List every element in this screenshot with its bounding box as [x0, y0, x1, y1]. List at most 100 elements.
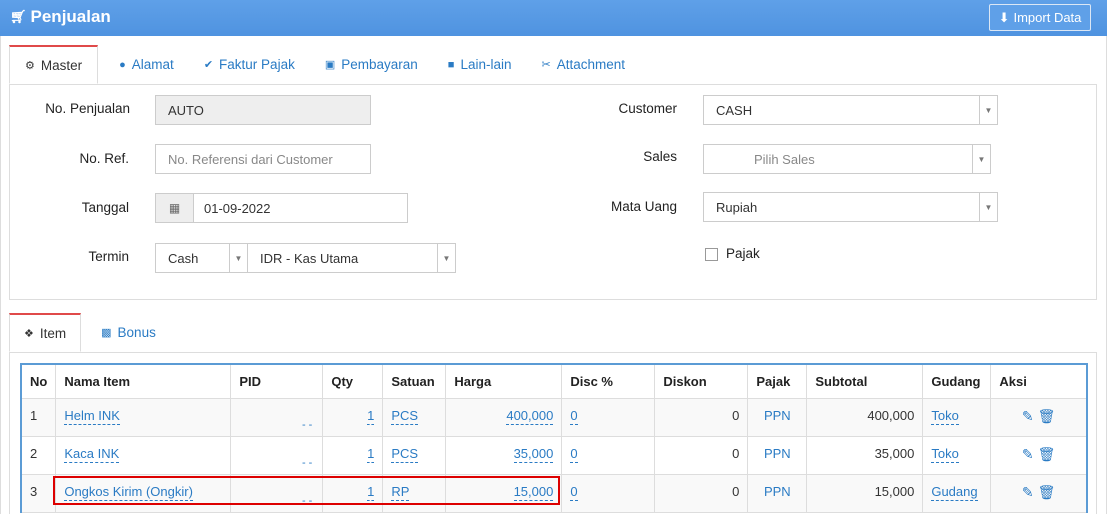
cell-pajak[interactable]: PPN	[747, 397, 808, 437]
paperclip-icon: ✂	[541, 59, 551, 71]
gift-icon: ▩	[101, 327, 112, 339]
cell-subtotal: 400,000	[806, 397, 924, 437]
cell-satuan: PCS	[382, 435, 447, 475]
disc-link[interactable]: 0	[570, 484, 578, 501]
cell-diskon: 0	[654, 435, 749, 475]
chevron-down-icon: ▼	[979, 96, 997, 124]
harga-link[interactable]: 35,000	[513, 446, 554, 463]
mata-uang-label: Mata Uang	[610, 199, 677, 214]
pid-value: - -	[301, 456, 313, 469]
money-icon: ▣	[324, 59, 336, 71]
termin-value: Cash	[168, 250, 199, 266]
col-subtotal: Subtotal	[806, 363, 924, 399]
pencil-icon[interactable]: ✎	[1022, 446, 1034, 463]
pajak-label: Pajak	[726, 246, 760, 261]
disc-link[interactable]: 0	[570, 446, 578, 463]
customer-select[interactable]: CASH ▼	[703, 95, 998, 125]
trash-icon[interactable]: 🗑︎	[1038, 446, 1056, 463]
no-ref-input[interactable]: No. Referensi dari Customer	[155, 144, 371, 174]
gudang-link[interactable]: Toko	[931, 446, 959, 463]
no-ref-placeholder: No. Referensi dari Customer	[168, 151, 333, 167]
import-data-label: Import Data	[1013, 10, 1082, 25]
chevron-down-icon: ▼	[437, 244, 455, 272]
sales-select[interactable]: Pilih Sales ▼	[703, 144, 991, 174]
pid-value: - -	[301, 418, 313, 431]
tab-bonus[interactable]: ▩ Bonus	[86, 313, 171, 352]
gudang-link[interactable]: Gudang	[931, 484, 978, 501]
import-data-button[interactable]: ⬇ Import Data	[989, 4, 1091, 31]
mata-uang-select[interactable]: Rupiah ▼	[703, 192, 998, 222]
cell-no: 1	[20, 397, 57, 437]
mata-uang-value: Rupiah	[716, 199, 758, 215]
nama-item-link[interactable]: Kaca INK	[64, 446, 120, 463]
pid-value: - -	[301, 494, 313, 507]
no-penjualan-label: No. Penjualan	[45, 101, 130, 116]
qty-link[interactable]: 1	[367, 484, 375, 501]
cell-disc: 0	[561, 397, 656, 437]
kas-select[interactable]: IDR - Kas Utama ▼	[247, 243, 456, 273]
tanggal-input[interactable]: ▦ 01-09-2022	[155, 193, 408, 223]
satuan-link[interactable]: PCS	[391, 408, 419, 425]
satuan-link[interactable]: RP	[391, 484, 410, 501]
cell-qty: 1	[322, 435, 384, 475]
satuan-link[interactable]: PCS	[391, 446, 419, 463]
pajak-checkbox[interactable]	[705, 248, 718, 261]
cell-aksi: ✎ 🗑︎	[990, 473, 1089, 513]
pencil-icon[interactable]: ✎	[1022, 408, 1034, 425]
col-harga: Harga	[445, 363, 563, 399]
tab-label: Faktur Pajak	[219, 57, 295, 72]
sales-label: Sales	[643, 149, 677, 164]
tab-faktur-pajak[interactable]: ✔ Faktur Pajak	[189, 45, 310, 84]
tab-label: Bonus	[117, 325, 156, 340]
tab-pembayaran[interactable]: ▣ Pembayaran	[310, 45, 433, 84]
table-header-row: No Nama Item PID Qty Satuan Harga Disc %…	[20, 363, 1089, 399]
no-ref-label: No. Ref.	[79, 151, 129, 166]
table-row: 2 Kaca INK - - 1 PCS 35,000 0 0 PPN 35,0…	[20, 435, 1089, 475]
check-circle-icon: ✔	[203, 59, 214, 71]
col-diskon: Diskon	[654, 363, 749, 399]
disc-link[interactable]: 0	[570, 408, 578, 425]
tanggal-value: 01-09-2022	[204, 200, 271, 216]
qty-link[interactable]: 1	[367, 446, 375, 463]
table-row: 1 Helm INK - - 1 PCS 400,000 0 0 PPN 400…	[20, 397, 1089, 437]
cell-subtotal: 15,000	[806, 473, 924, 513]
cell-satuan: RP	[382, 473, 447, 513]
termin-select[interactable]: Cash ▼	[155, 243, 248, 273]
trash-icon[interactable]: 🗑︎	[1038, 408, 1056, 425]
tab-label: Master	[40, 57, 83, 73]
shopping-cart-icon: 🛒︎	[10, 9, 27, 24]
gudang-link[interactable]: Toko	[931, 408, 959, 425]
col-no: No	[20, 363, 57, 399]
tab-lain-lain[interactable]: ■ Lain-lain	[433, 45, 527, 84]
cell-pid[interactable]: - -	[230, 397, 324, 437]
chevron-down-icon: ▼	[229, 244, 247, 272]
cell-pid[interactable]: - -	[230, 473, 324, 513]
trash-icon[interactable]: 🗑︎	[1038, 484, 1056, 501]
cell-aksi: ✎ 🗑︎	[990, 397, 1089, 437]
harga-link[interactable]: 400,000	[506, 408, 554, 425]
cell-harga: 35,000	[445, 435, 563, 475]
form-tabs: ⚙ Master ● Alamat ✔ Faktur Pajak ▣ Pemba…	[9, 45, 640, 84]
cell-no: 3	[20, 473, 57, 513]
nama-item-link[interactable]: Helm INK	[64, 408, 120, 425]
tab-label: Item	[39, 325, 67, 341]
tab-attachment[interactable]: ✂ Attachment	[526, 45, 640, 84]
calendar-icon[interactable]: ▦	[156, 194, 194, 222]
cell-pajak[interactable]: PPN	[747, 473, 808, 513]
cell-harga: 400,000	[445, 397, 563, 437]
tab-alamat[interactable]: ● Alamat	[104, 45, 189, 84]
cell-pid[interactable]: - -	[230, 435, 324, 475]
qty-link[interactable]: 1	[367, 408, 375, 425]
nama-item-link[interactable]: Ongkos Kirim (Ongkir)	[64, 484, 193, 501]
truck-icon: ■	[447, 58, 455, 71]
item-tabs: ❖ Item ▩ Bonus	[9, 313, 171, 352]
no-penjualan-field: AUTO	[155, 95, 371, 125]
tab-master[interactable]: ⚙ Master	[9, 45, 99, 84]
cell-gudang: Gudang	[922, 473, 992, 513]
pencil-icon[interactable]: ✎	[1022, 484, 1034, 501]
tab-item[interactable]: ❖ Item	[9, 313, 82, 352]
cell-gudang: Toko	[922, 397, 992, 437]
cell-pajak[interactable]: PPN	[747, 435, 808, 475]
harga-link[interactable]: 15,000	[513, 484, 554, 501]
download-icon: ⬇	[998, 9, 1010, 25]
